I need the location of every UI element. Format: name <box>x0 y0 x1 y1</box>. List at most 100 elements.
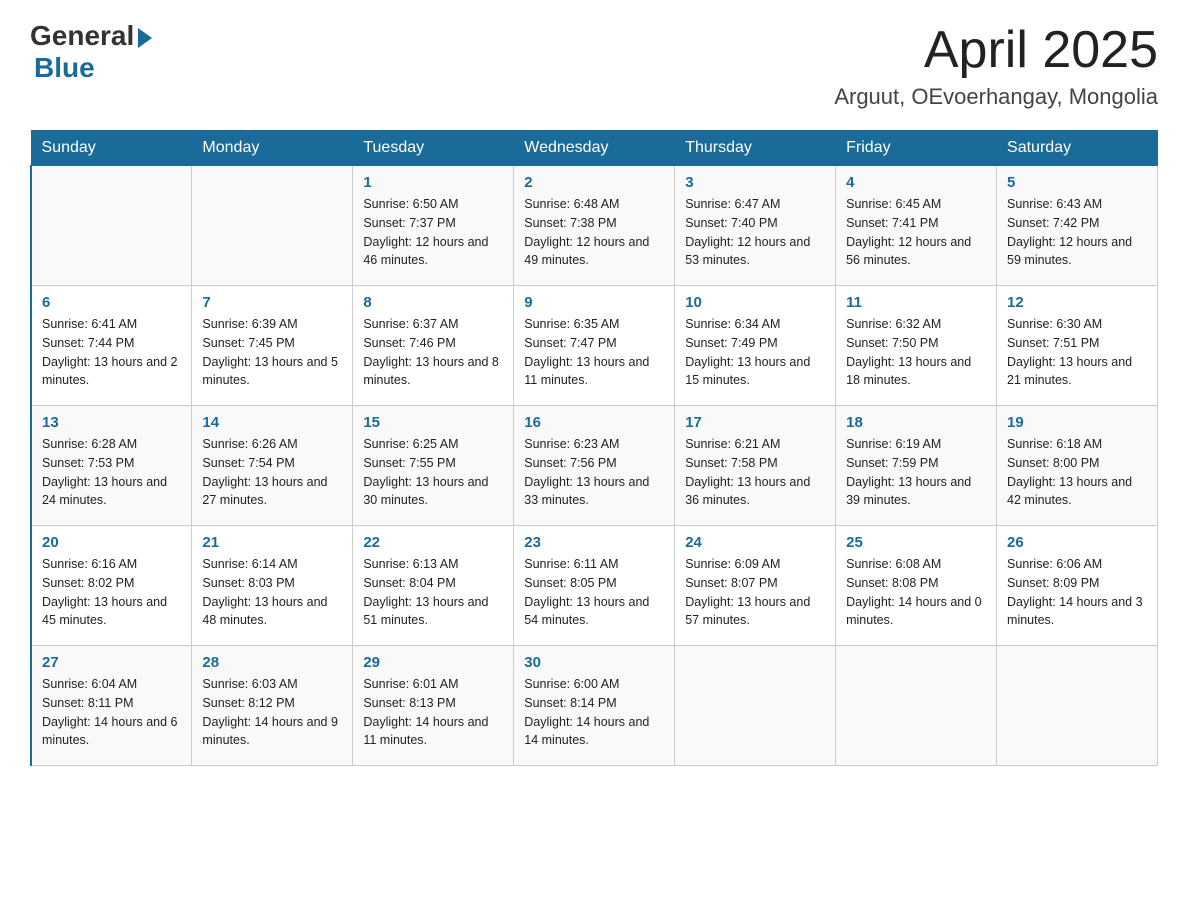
weekday-header-wednesday: Wednesday <box>514 131 675 166</box>
day-number: 10 <box>685 294 825 311</box>
logo-blue-text: Blue <box>34 52 95 84</box>
day-number: 24 <box>685 534 825 551</box>
day-cell-14: 14 Sunrise: 6:26 AMSunset: 7:54 PMDayligh… <box>192 406 353 526</box>
day-cell-27: 27Sunrise: 6:04 AMSunset: 8:11 PMDayligh… <box>31 646 192 766</box>
day-info: Sunrise: 6:25 AMSunset: 7:55 PMDaylight:… <box>363 435 503 510</box>
day-info: Sunrise: 6:30 AMSunset: 7:51 PMDaylight:… <box>1007 315 1147 390</box>
day-info: Sunrise: 6:06 AMSunset: 8:09 PMDaylight:… <box>1007 555 1147 630</box>
title-block: April 2025 Arguut, OEvoerhangay, Mongoli… <box>834 20 1158 110</box>
day-cell-20: 20Sunrise: 6:16 AMSunset: 8:02 PMDayligh… <box>31 526 192 646</box>
day-number: 13 <box>42 414 181 431</box>
day-cell-29: 29 Sunrise: 6:01 AMSunset: 8:13 PMDayligh… <box>353 646 514 766</box>
day-info: Sunrise: 6:37 AMSunset: 7:46 PMDaylight:… <box>363 315 503 390</box>
day-cell-22: 22 Sunrise: 6:13 AMSunset: 8:04 PMDayligh… <box>353 526 514 646</box>
weekday-header-row: SundayMondayTuesdayWednesdayThursdayFrid… <box>31 131 1158 166</box>
day-info: Sunrise: 6:26 AMSunset: 7:54 PMDaylight:… <box>202 435 342 510</box>
page-header: General Blue April 2025 Arguut, OEvoerha… <box>30 20 1158 110</box>
logo: General Blue <box>30 20 152 84</box>
day-info: Sunrise: 6:18 AMSunset: 8:00 PMDaylight:… <box>1007 435 1147 510</box>
day-info: Sunrise: 6:50 AMSunset: 7:37 PMDaylight:… <box>363 195 503 270</box>
day-cell-5: 5 Sunrise: 6:43 AMSunset: 7:42 PMDaylight… <box>997 166 1158 286</box>
day-info: Sunrise: 6:16 AMSunset: 8:02 PMDaylight:… <box>42 555 181 630</box>
week-row-2: 6Sunrise: 6:41 AMSunset: 7:44 PMDaylight… <box>31 286 1158 406</box>
day-cell-10: 10 Sunrise: 6:34 AMSunset: 7:49 PMDayligh… <box>675 286 836 406</box>
day-info: Sunrise: 6:01 AMSunset: 8:13 PMDaylight:… <box>363 675 503 750</box>
day-cell-2: 2Sunrise: 6:48 AMSunset: 7:38 PMDaylight… <box>514 166 675 286</box>
weekday-header-friday: Friday <box>836 131 997 166</box>
day-cell-1: 1Sunrise: 6:50 AMSunset: 7:37 PMDaylight… <box>353 166 514 286</box>
day-cell-19: 19 Sunrise: 6:18 AMSunset: 8:00 PMDayligh… <box>997 406 1158 526</box>
day-info: Sunrise: 6:34 AMSunset: 7:49 PMDaylight:… <box>685 315 825 390</box>
weekday-header-saturday: Saturday <box>997 131 1158 166</box>
day-info: Sunrise: 6:00 AMSunset: 8:14 PMDaylight:… <box>524 675 664 750</box>
day-info: Sunrise: 6:14 AMSunset: 8:03 PMDaylight:… <box>202 555 342 630</box>
empty-cell <box>192 166 353 286</box>
weekday-header-monday: Monday <box>192 131 353 166</box>
day-number: 8 <box>363 294 503 311</box>
day-cell-12: 12 Sunrise: 6:30 AMSunset: 7:51 PMDayligh… <box>997 286 1158 406</box>
page-title: April 2025 <box>834 20 1158 80</box>
day-number: 27 <box>42 654 181 671</box>
day-number: 22 <box>363 534 503 551</box>
week-row-3: 13 Sunrise: 6:28 AMSunset: 7:53 PMDayligh… <box>31 406 1158 526</box>
day-number: 25 <box>846 534 986 551</box>
day-number: 3 <box>685 174 825 191</box>
day-cell-18: 18Sunrise: 6:19 AMSunset: 7:59 PMDayligh… <box>836 406 997 526</box>
day-number: 18 <box>846 414 986 431</box>
day-info: Sunrise: 6:43 AMSunset: 7:42 PMDaylight:… <box>1007 195 1147 270</box>
day-info: Sunrise: 6:48 AMSunset: 7:38 PMDaylight:… <box>524 195 664 270</box>
day-number: 29 <box>363 654 503 671</box>
day-number: 26 <box>1007 534 1147 551</box>
day-number: 5 <box>1007 174 1147 191</box>
empty-cell <box>836 646 997 766</box>
day-number: 11 <box>846 294 986 311</box>
calendar-body: 1Sunrise: 6:50 AMSunset: 7:37 PMDaylight… <box>31 166 1158 766</box>
day-cell-9: 9Sunrise: 6:35 AMSunset: 7:47 PMDaylight… <box>514 286 675 406</box>
day-cell-11: 11 Sunrise: 6:32 AMSunset: 7:50 PMDayligh… <box>836 286 997 406</box>
day-info: Sunrise: 6:13 AMSunset: 8:04 PMDaylight:… <box>363 555 503 630</box>
day-number: 19 <box>1007 414 1147 431</box>
day-number: 4 <box>846 174 986 191</box>
day-number: 23 <box>524 534 664 551</box>
weekday-header-tuesday: Tuesday <box>353 131 514 166</box>
day-info: Sunrise: 6:28 AMSunset: 7:53 PMDaylight:… <box>42 435 181 510</box>
day-cell-23: 23 Sunrise: 6:11 AMSunset: 8:05 PMDayligh… <box>514 526 675 646</box>
empty-cell <box>31 166 192 286</box>
day-number: 21 <box>202 534 342 551</box>
day-cell-24: 24Sunrise: 6:09 AMSunset: 8:07 PMDayligh… <box>675 526 836 646</box>
day-cell-30: 30Sunrise: 6:00 AMSunset: 8:14 PMDayligh… <box>514 646 675 766</box>
day-cell-28: 28Sunrise: 6:03 AMSunset: 8:12 PMDayligh… <box>192 646 353 766</box>
day-cell-8: 8 Sunrise: 6:37 AMSunset: 7:46 PMDaylight… <box>353 286 514 406</box>
day-info: Sunrise: 6:21 AMSunset: 7:58 PMDaylight:… <box>685 435 825 510</box>
week-row-5: 27Sunrise: 6:04 AMSunset: 8:11 PMDayligh… <box>31 646 1158 766</box>
week-row-1: 1Sunrise: 6:50 AMSunset: 7:37 PMDaylight… <box>31 166 1158 286</box>
day-info: Sunrise: 6:11 AMSunset: 8:05 PMDaylight:… <box>524 555 664 630</box>
day-cell-25: 25 Sunrise: 6:08 AMSunset: 8:08 PMDayligh… <box>836 526 997 646</box>
day-cell-13: 13 Sunrise: 6:28 AMSunset: 7:53 PMDayligh… <box>31 406 192 526</box>
day-info: Sunrise: 6:47 AMSunset: 7:40 PMDaylight:… <box>685 195 825 270</box>
page-subtitle: Arguut, OEvoerhangay, Mongolia <box>834 84 1158 110</box>
day-info: Sunrise: 6:03 AMSunset: 8:12 PMDaylight:… <box>202 675 342 750</box>
day-number: 6 <box>42 294 181 311</box>
day-info: Sunrise: 6:08 AMSunset: 8:08 PMDaylight:… <box>846 555 986 630</box>
week-row-4: 20Sunrise: 6:16 AMSunset: 8:02 PMDayligh… <box>31 526 1158 646</box>
day-number: 17 <box>685 414 825 431</box>
day-cell-26: 26 Sunrise: 6:06 AMSunset: 8:09 PMDayligh… <box>997 526 1158 646</box>
day-info: Sunrise: 6:23 AMSunset: 7:56 PMDaylight:… <box>524 435 664 510</box>
day-cell-3: 3 Sunrise: 6:47 AMSunset: 7:40 PMDaylight… <box>675 166 836 286</box>
calendar-table: SundayMondayTuesdayWednesdayThursdayFrid… <box>30 130 1158 766</box>
logo-general-text: General <box>30 20 134 52</box>
day-info: Sunrise: 6:35 AMSunset: 7:47 PMDaylight:… <box>524 315 664 390</box>
day-cell-7: 7 Sunrise: 6:39 AMSunset: 7:45 PMDaylight… <box>192 286 353 406</box>
weekday-header-thursday: Thursday <box>675 131 836 166</box>
calendar-header: SundayMondayTuesdayWednesdayThursdayFrid… <box>31 131 1158 166</box>
day-number: 16 <box>524 414 664 431</box>
day-cell-15: 15 Sunrise: 6:25 AMSunset: 7:55 PMDayligh… <box>353 406 514 526</box>
day-info: Sunrise: 6:39 AMSunset: 7:45 PMDaylight:… <box>202 315 342 390</box>
day-info: Sunrise: 6:32 AMSunset: 7:50 PMDaylight:… <box>846 315 986 390</box>
day-number: 7 <box>202 294 342 311</box>
day-number: 14 <box>202 414 342 431</box>
day-cell-6: 6Sunrise: 6:41 AMSunset: 7:44 PMDaylight… <box>31 286 192 406</box>
day-number: 12 <box>1007 294 1147 311</box>
day-number: 15 <box>363 414 503 431</box>
